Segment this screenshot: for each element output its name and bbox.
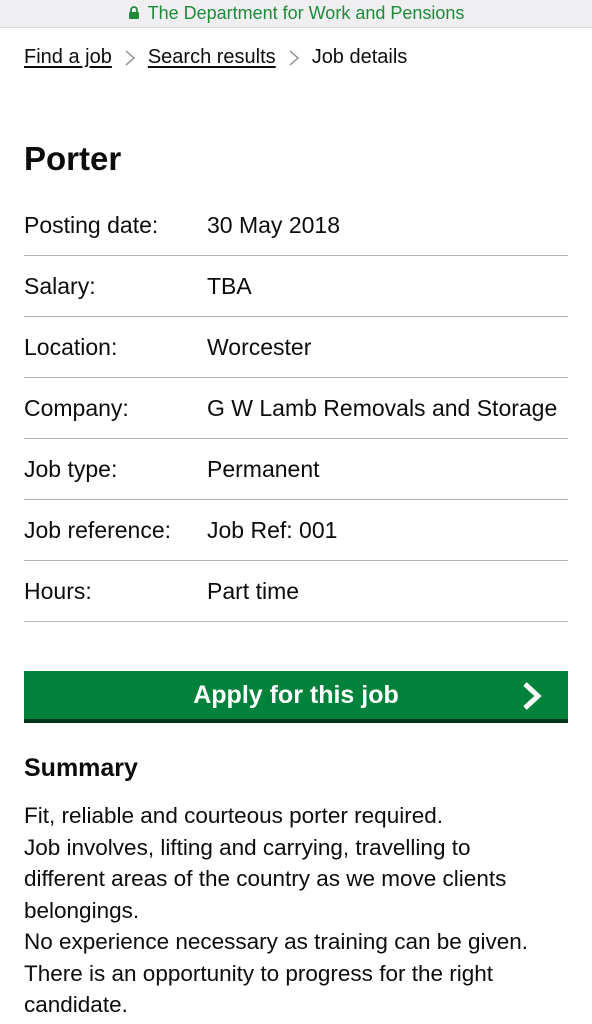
- apply-button[interactable]: Apply for this job: [24, 671, 568, 723]
- detail-value: TBA: [207, 272, 252, 299]
- detail-key: Job type:: [24, 455, 118, 482]
- summary-text: Fit, reliable and courteous porter requi…: [24, 800, 574, 1021]
- detail-key: Hours:: [24, 577, 92, 604]
- summary-line: There is an opportunity to progress for …: [24, 960, 493, 986]
- breadcrumb-job-details: Job details: [311, 46, 408, 68]
- detail-value: Part time: [207, 577, 300, 604]
- url-text: The Department for Work and Pensions: [147, 3, 465, 23]
- detail-key: Posting date:: [24, 211, 159, 238]
- summary-line: No experience necessary as training can …: [24, 929, 529, 954]
- detail-value: Job Ref: 001: [207, 516, 338, 543]
- detail-row-salary: Salary: TBA: [24, 256, 568, 317]
- lock-icon: [128, 6, 140, 19]
- detail-row-location: Location: Worcester: [24, 317, 568, 378]
- chevron-right-icon: [288, 49, 300, 67]
- detail-key: Salary:: [24, 272, 96, 299]
- summary-line: candidate.: [24, 992, 128, 1017]
- browser-url-bar[interactable]: The Department for Work and Pensions: [0, 0, 592, 28]
- detail-row-job-reference: Job reference: Job Ref: 001: [24, 500, 568, 561]
- detail-row-company: Company: G W Lamb Removals and Storage: [24, 378, 568, 439]
- detail-row-job-type: Job type: Permanent: [24, 439, 568, 500]
- detail-key: Job reference:: [24, 516, 172, 543]
- detail-key: Company:: [24, 394, 129, 421]
- page-title: Porter: [24, 140, 122, 177]
- chevron-right-icon: [124, 49, 136, 67]
- detail-value: Permanent: [207, 455, 320, 482]
- detail-value: 30 May 2018: [207, 211, 340, 238]
- summary-line: Job involves, lifting and carrying, trav…: [24, 834, 471, 860]
- detail-row-posting-date: Posting date: 30 May 2018: [24, 195, 568, 256]
- breadcrumb-find-a-job[interactable]: Find a job: [24, 46, 112, 69]
- job-details-list: Posting date: 30 May 2018 Salary: TBA Lo…: [24, 195, 568, 622]
- detail-key: Location:: [24, 333, 118, 360]
- breadcrumb-search-results[interactable]: Search results: [148, 46, 276, 69]
- summary-heading: Summary: [24, 754, 138, 782]
- breadcrumb: Find a job Search results Job details: [24, 46, 568, 69]
- chevron-right-icon: [520, 682, 546, 710]
- apply-button-label: Apply for this job: [193, 680, 399, 709]
- summary-line: different areas of the country as we mov…: [24, 866, 507, 891]
- detail-value: G W Lamb Removals and Storage: [207, 394, 558, 421]
- summary-line: belongings.: [24, 897, 140, 923]
- summary-line: Fit, reliable and courteous porter requi…: [24, 803, 443, 828]
- detail-row-hours: Hours: Part time: [24, 561, 568, 622]
- detail-value: Worcester: [207, 333, 312, 360]
